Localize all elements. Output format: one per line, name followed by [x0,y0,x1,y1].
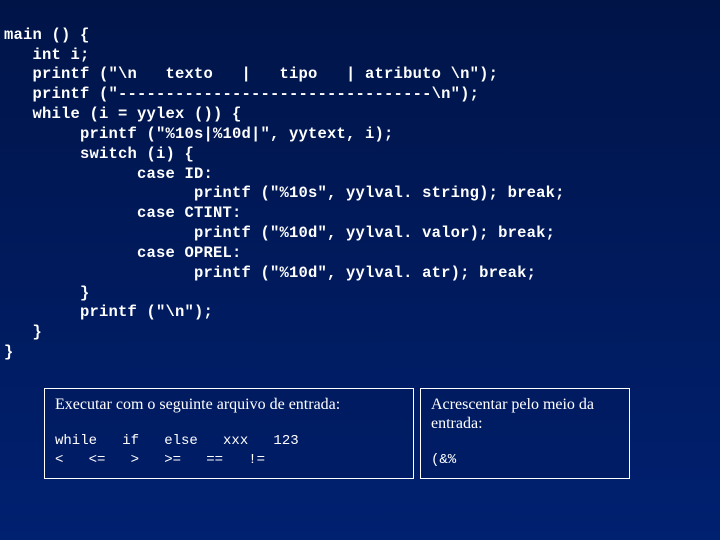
code-line: main () { [4,26,90,44]
input-file-content: while if else xxx 123 < <= > >= == != [55,432,403,470]
code-line: printf ("%10s", yylval. string); break; [4,184,565,202]
code-line: printf ("%10d", yylval. valor); break; [4,224,555,242]
code-line: printf ("\n"); [4,303,213,321]
input-file-title: Executar com o seguinte arquivo de entra… [55,395,403,414]
info-boxes: Executar com o seguinte arquivo de entra… [44,388,630,479]
code-block: main () { int i; printf ("\n texto | tip… [0,0,720,363]
code-line: case OPREL: [4,244,242,262]
code-line: printf ("%10s|%10d|", yytext, i); [4,125,394,143]
insert-box: Acrescentar pelo meio da entrada: (&% [420,388,630,479]
input-file-box: Executar com o seguinte arquivo de entra… [44,388,414,479]
code-line: } [4,343,14,361]
insert-content: (&% [431,451,619,470]
code-line: int i; [4,46,90,64]
code-line: printf ("-------------------------------… [4,85,479,103]
code-line: printf ("\n texto | tipo | atributo \n")… [4,65,498,83]
code-line: switch (i) { [4,145,194,163]
code-line: case ID: [4,165,213,183]
code-line: } [4,323,42,341]
code-line: } [4,284,90,302]
code-line: case CTINT: [4,204,242,222]
code-line: printf ("%10d", yylval. atr); break; [4,264,536,282]
insert-title: Acrescentar pelo meio da entrada: [431,395,619,433]
code-line: while (i = yylex ()) { [4,105,242,123]
